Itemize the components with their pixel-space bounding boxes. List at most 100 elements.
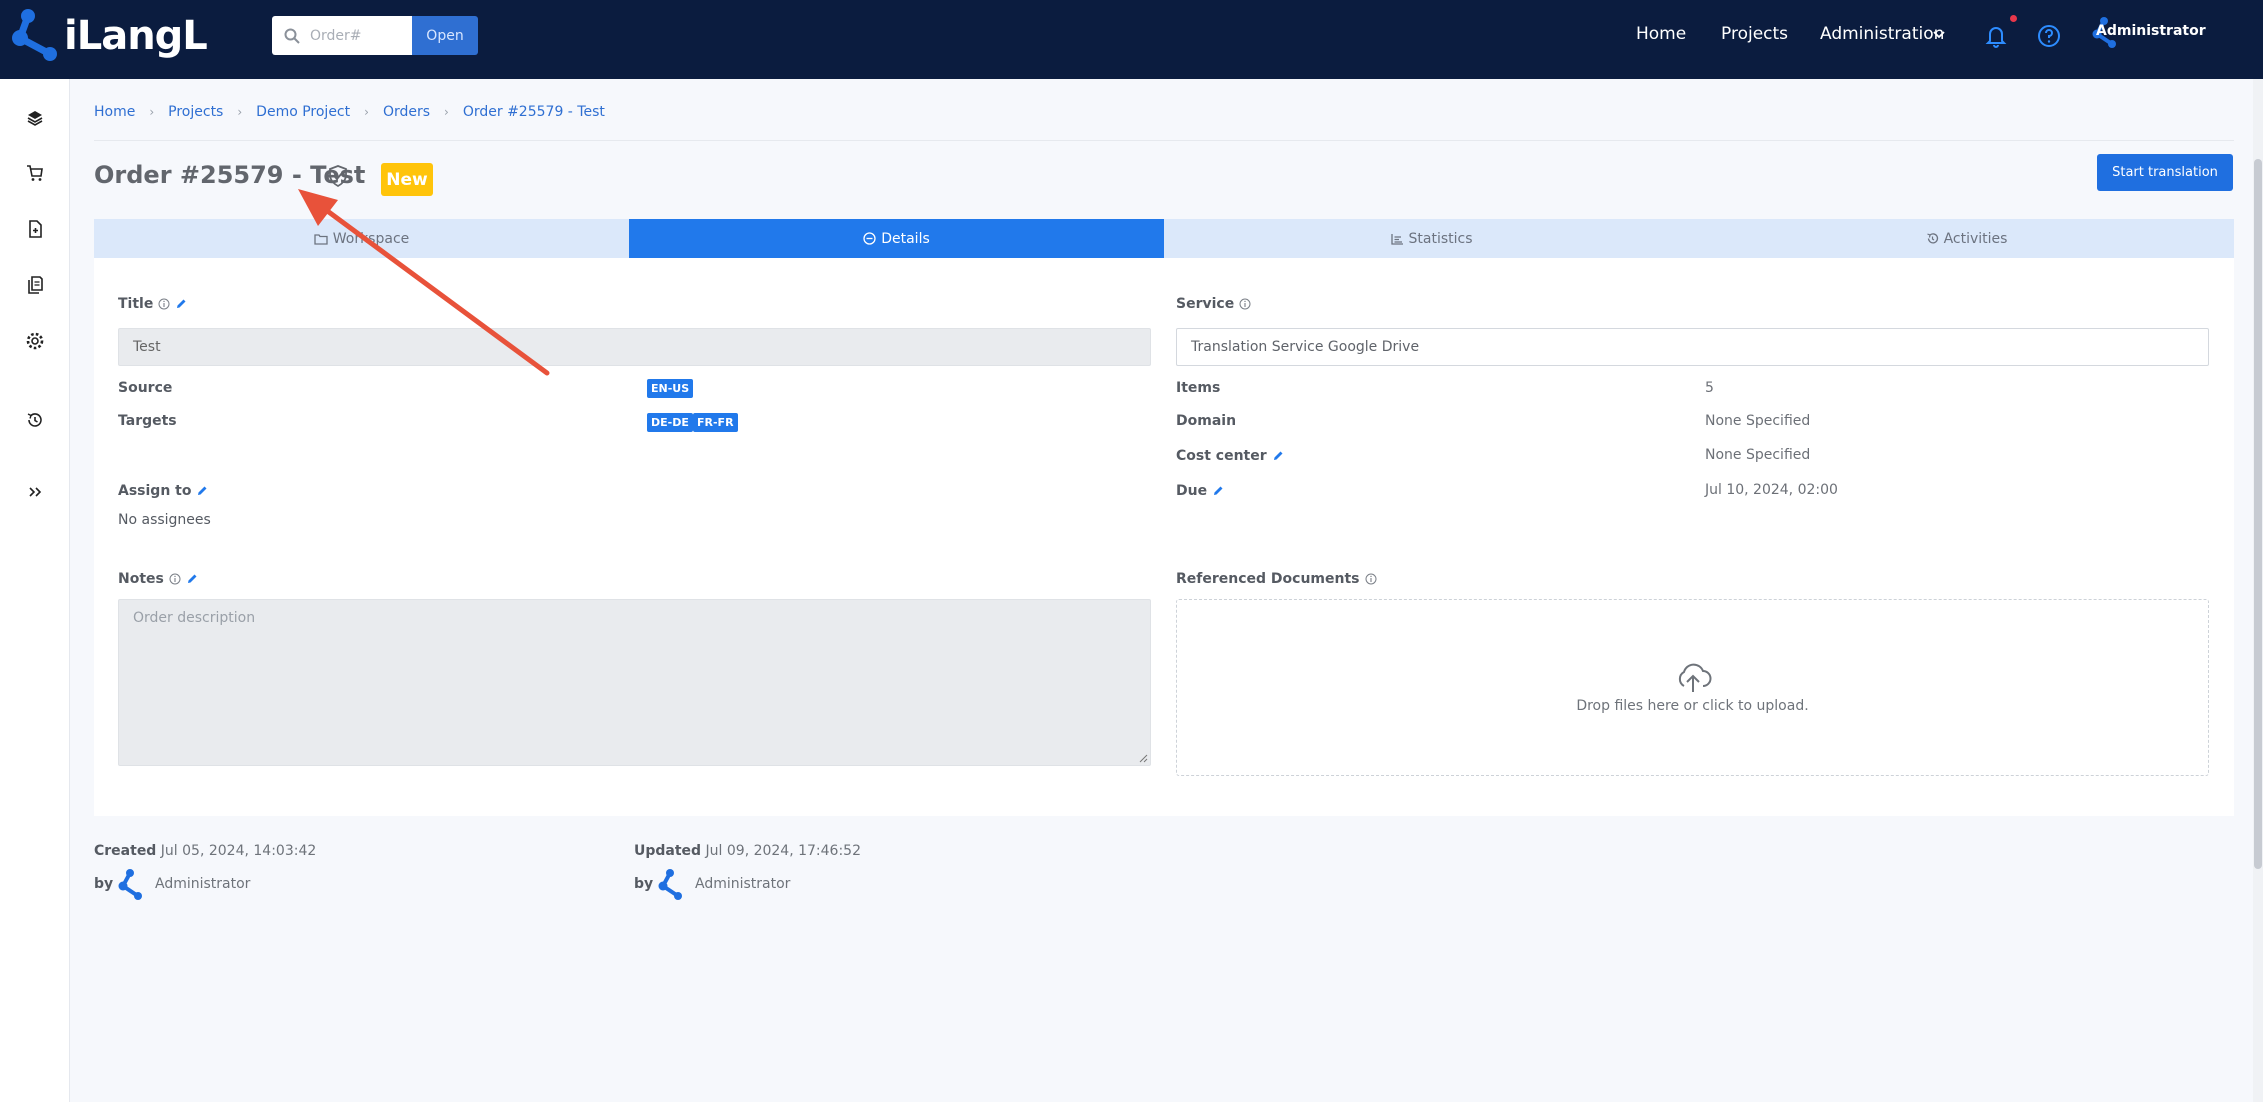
created-by-name[interactable]: Administrator <box>155 876 250 892</box>
edit-pencil-icon[interactable] <box>186 573 198 585</box>
updated-info: Updated Jul 09, 2024, 17:46:52 <box>634 843 861 859</box>
order-number-input[interactable] <box>310 27 406 44</box>
assign-label: Assign to <box>118 483 208 499</box>
chevron-down-icon[interactable] <box>1932 28 1946 42</box>
tab-label: Statistics <box>1408 230 1473 247</box>
order-search <box>272 16 412 55</box>
breadcrumb-projects[interactable]: Projects <box>168 104 223 120</box>
open-order-button[interactable]: Open <box>412 16 478 55</box>
page-title: Order #25579 - Test <box>94 161 366 189</box>
status-badge: New <box>381 163 433 196</box>
notes-label: Notes <box>118 571 198 587</box>
tab-bar: Workspace Details Statistics Activities <box>94 219 2234 258</box>
cart-icon[interactable] <box>25 163 45 183</box>
domain-label: Domain <box>1176 413 1237 429</box>
updated-by-label: by <box>634 876 654 892</box>
notes-label-text: Notes <box>118 571 164 587</box>
resize-handle-icon[interactable] <box>1138 753 1148 763</box>
targets-label: Targets <box>118 413 177 429</box>
brand-logo[interactable]: iLangL <box>10 6 208 66</box>
tab-statistics[interactable]: Statistics <box>1164 219 1699 258</box>
nav-administration[interactable]: Administration <box>1820 24 1944 44</box>
dropzone-text: Drop files here or click to upload. <box>1576 697 1809 714</box>
service-label-text: Service <box>1176 296 1235 312</box>
title-field[interactable]: Test <box>118 328 1151 366</box>
top-navbar: iLangL Open Home Projects Administration… <box>0 0 2263 79</box>
breadcrumb-project[interactable]: Demo Project <box>256 104 350 120</box>
created-by-label: by <box>94 876 114 892</box>
expand-icon[interactable] <box>25 482 45 502</box>
cloud-upload-icon <box>1678 663 1711 692</box>
breadcrumb: Home › Projects › Demo Project › Orders › Or… <box>94 104 605 120</box>
notes-textarea[interactable]: Order description <box>118 599 1151 766</box>
edit-pencil-icon[interactable] <box>1212 485 1224 497</box>
assignees-value: No assignees <box>118 512 211 528</box>
assign-label-text: Assign to <box>118 483 192 499</box>
bell-icon[interactable] <box>1982 22 2010 50</box>
breadcrumb-home[interactable]: Home <box>94 104 135 120</box>
edit-pencil-icon[interactable] <box>175 298 187 310</box>
notification-dot <box>2010 15 2017 22</box>
gear-icon[interactable] <box>25 331 45 351</box>
title-label-text: Title <box>118 296 154 312</box>
source-language-tag: EN-US <box>647 379 694 398</box>
help-icon[interactable] <box>2035 22 2063 50</box>
tab-label: Activities <box>1943 230 2008 247</box>
scrollbar[interactable] <box>2253 79 2263 1102</box>
edit-pencil-icon[interactable] <box>1272 450 1284 462</box>
cost-center-label: Cost center <box>1176 448 1284 464</box>
created-value: Jul 05, 2024, 14:03:42 <box>160 843 317 859</box>
start-translation-button[interactable]: Start translation <box>2097 154 2233 191</box>
nav-projects[interactable]: Projects <box>1721 24 1788 44</box>
chevron-right-icon: › <box>444 105 449 119</box>
sidebar <box>0 79 70 1102</box>
scrollbar-thumb[interactable] <box>2254 159 2262 869</box>
shield-check-icon[interactable] <box>327 164 349 188</box>
logo-icon <box>12 9 57 61</box>
tab-label: Workspace <box>332 230 410 247</box>
info-icon[interactable] <box>158 298 170 310</box>
target-language-tag: DE-DE <box>647 413 693 432</box>
chevron-right-icon: › <box>237 105 243 119</box>
tab-activities[interactable]: Activities <box>1699 219 2234 258</box>
brand-name: iLangL <box>64 13 208 59</box>
avatar-icon <box>118 869 142 900</box>
file-dropzone[interactable]: Drop files here or click to upload. <box>1176 599 2209 776</box>
cost-center-label-text: Cost center <box>1176 448 1267 464</box>
tab-details[interactable]: Details <box>629 219 1164 258</box>
info-icon[interactable] <box>1365 573 1377 585</box>
updated-by-name[interactable]: Administrator <box>695 876 790 892</box>
documents-icon[interactable] <box>25 275 45 295</box>
history-icon[interactable] <box>25 410 45 430</box>
nav-home[interactable]: Home <box>1636 24 1686 44</box>
source-label: Source <box>118 380 173 396</box>
items-label: Items <box>1176 380 1221 396</box>
chart-icon <box>1390 233 1403 245</box>
items-value: 5 <box>1705 380 1714 396</box>
referenced-documents-label: Referenced Documents <box>1176 571 1377 587</box>
file-plus-icon[interactable] <box>25 219 45 239</box>
chevron-right-icon: › <box>149 105 155 119</box>
service-field[interactable]: Translation Service Google Drive <box>1176 328 2209 366</box>
info-icon[interactable] <box>1239 298 1251 310</box>
edit-pencil-icon[interactable] <box>196 485 208 497</box>
folder-icon <box>314 233 328 245</box>
minus-circle-icon <box>863 232 876 245</box>
breadcrumb-orders[interactable]: Orders <box>383 104 430 120</box>
user-name[interactable]: Administrator <box>2096 23 2206 39</box>
history-icon <box>1926 233 1938 244</box>
updated-value: Jul 09, 2024, 17:46:52 <box>705 843 861 859</box>
info-icon[interactable] <box>169 573 181 585</box>
due-label-text: Due <box>1176 483 1208 499</box>
layers-icon[interactable] <box>25 108 45 128</box>
tab-workspace[interactable]: Workspace <box>94 219 629 258</box>
created-info: Created Jul 05, 2024, 14:03:42 <box>94 843 316 859</box>
notes-placeholder: Order description <box>133 610 256 626</box>
target-language-tag: FR-FR <box>693 413 738 432</box>
title-label: Title <box>118 296 187 312</box>
avatar-icon <box>658 869 682 900</box>
cost-center-value: None Specified <box>1705 447 1811 463</box>
search-icon <box>284 28 300 44</box>
due-value: Jul 10, 2024, 02:00 <box>1705 482 1838 498</box>
breadcrumb-current[interactable]: Order #25579 - Test <box>463 104 605 120</box>
